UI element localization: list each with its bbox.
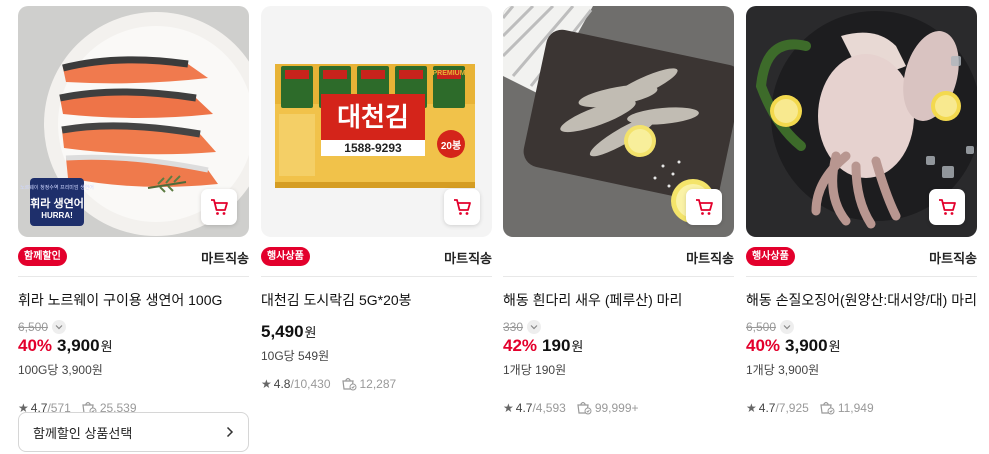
original-price-row: 330 [503, 320, 734, 334]
price-info-toggle[interactable] [527, 320, 542, 334]
cart-icon [939, 199, 956, 215]
product-meta: 행사상품 마트직송 [746, 239, 977, 277]
product-title[interactable]: 해동 손질오징어(원양산:대서양/대) 마리 [746, 290, 977, 310]
salmon-brand-name: 휘라 생연어 [30, 198, 84, 210]
sale-price: 190 [542, 336, 571, 355]
purchase-stat: 99,999+ [576, 401, 639, 415]
product-meta: 함께할인 마트직송 [18, 239, 249, 277]
bundle-select-label: 함께할인 상품선택 [33, 425, 133, 441]
product-meta: 행사상품 마트직송 [261, 239, 492, 277]
currency-unit: 원 [828, 339, 841, 354]
seaweed-brand-label: 대천김 [337, 102, 409, 132]
seaweed-premium: PREMIUM [432, 70, 466, 77]
review-count[interactable]: 7,925 [779, 401, 809, 415]
product-grid: 노르웨이 청정수역 프리미엄 생연어 휘라 생연어 HURRA! 함께할인 마트… [0, 0, 989, 454]
purchase-stat: 12,287 [341, 377, 397, 391]
promo-badge: 함께할인 [18, 247, 67, 266]
price-row: 40% 3,900 원 [18, 336, 249, 356]
purchase-stat: 11,949 [819, 401, 874, 415]
shipping-type: 마트직송 [444, 251, 492, 266]
product-image-squid[interactable] [746, 6, 977, 237]
product-title[interactable]: 해동 흰다리 새우 (페루산) 마리 [503, 290, 734, 310]
unit-price: 1개당 190원 [503, 363, 567, 377]
price-info-toggle[interactable] [52, 320, 67, 334]
rating-value: 4.8 [273, 377, 291, 391]
purchase-count: 99,999+ [594, 401, 639, 415]
sale-price: 3,900 [57, 336, 100, 355]
discount-rate: 42% [503, 336, 538, 355]
sale-price: 5,490 [261, 322, 304, 341]
currency-unit: 원 [100, 339, 113, 354]
unit-price: 10G당 549원 [261, 349, 330, 363]
product-image-seaweed[interactable]: 대천김 1588-9293 20봉 PREMIUM [261, 6, 492, 237]
shipping-type: 마트직송 [201, 251, 249, 266]
salmon-brand-label: 휘라 생연어 HURRA! [30, 198, 84, 222]
star-icon: ★ [261, 377, 272, 391]
unit-price: 100G당 3,900원 [18, 363, 103, 377]
star-icon: ★ [503, 401, 514, 415]
shopping-bag-icon [341, 377, 356, 391]
currency-unit: 원 [304, 325, 317, 340]
product-card-seaweed[interactable]: 대천김 1588-9293 20봉 PREMIUM 행사상품 마트직송 대천김 … [261, 6, 492, 391]
add-to-cart-button[interactable] [201, 189, 237, 225]
cart-icon [696, 199, 713, 215]
star-icon: ★ [746, 401, 757, 415]
add-to-cart-button[interactable] [929, 189, 965, 225]
price-row: 42% 190 원 [503, 336, 734, 356]
chevron-right-icon [226, 426, 234, 438]
original-price: 330 [503, 320, 524, 334]
original-price: 6,500 [18, 320, 49, 334]
shopping-bag-icon [820, 401, 835, 415]
cart-icon [454, 199, 471, 215]
product-card-shrimp[interactable]: 마트직송 해동 흰다리 새우 (페루산) 마리 330 42% 190 원 1개… [503, 6, 734, 415]
product-card-squid[interactable]: 행사상품 마트직송 해동 손질오징어(원양산:대서양/대) 마리 6,500 4… [746, 6, 977, 415]
discount-rate: 40% [746, 336, 781, 355]
chevron-down-icon [530, 325, 538, 330]
purchase-count: 12,287 [359, 377, 397, 391]
chevron-down-icon [783, 325, 791, 330]
shipping-type: 마트직송 [929, 251, 977, 266]
product-stats: ★ 4.7 / 7,925 11,949 [746, 401, 977, 415]
product-title[interactable]: 휘라 노르웨이 구이용 생연어 100G [18, 290, 249, 310]
sale-price: 3,900 [785, 336, 828, 355]
product-meta: 마트직송 [503, 239, 734, 277]
price-row: 5,490 원 [261, 322, 492, 342]
review-count[interactable]: 10,430 [294, 377, 331, 391]
cart-icon [211, 199, 228, 215]
seaweed-phone: 1588-9293 [344, 141, 402, 155]
salmon-brand-sub: HURRA! [41, 211, 73, 220]
product-image-shrimp[interactable] [503, 6, 734, 237]
product-image-salmon[interactable]: 노르웨이 청정수역 프리미엄 생연어 휘라 생연어 HURRA! [18, 6, 249, 237]
promo-badge: 행사상품 [746, 247, 795, 266]
price-info-toggle[interactable] [780, 320, 795, 334]
product-title[interactable]: 대천김 도시락김 5G*20봉 [261, 290, 492, 310]
price-row: 40% 3,900 원 [746, 336, 977, 356]
add-to-cart-button[interactable] [444, 189, 480, 225]
product-stats: ★ 4.7 / 4,593 99,999+ [503, 401, 734, 415]
product-card-salmon[interactable]: 노르웨이 청정수역 프리미엄 생연어 휘라 생연어 HURRA! 함께할인 마트… [18, 6, 249, 452]
rating-value: 4.7 [758, 401, 776, 415]
svg-text:노르웨이 청정수역 프리미엄 생연어: 노르웨이 청정수역 프리미엄 생연어 [20, 184, 94, 191]
original-price: 6,500 [746, 320, 777, 334]
chevron-down-icon [55, 325, 63, 330]
original-price-row: 6,500 [746, 320, 977, 334]
promo-badge: 행사상품 [261, 247, 310, 266]
rating-value: 4.7 [515, 401, 533, 415]
bundle-select-button[interactable]: 함께할인 상품선택 [18, 412, 249, 452]
shipping-type: 마트직송 [686, 251, 734, 266]
unit-price: 1개당 3,900원 [746, 363, 820, 377]
add-to-cart-button[interactable] [686, 189, 722, 225]
original-price-row: 6,500 [18, 320, 249, 334]
discount-rate: 40% [18, 336, 53, 355]
seaweed-count: 20봉 [440, 141, 462, 152]
product-stats: ★ 4.8 / 10,430 12,287 [261, 377, 492, 391]
shopping-bag-icon [577, 401, 592, 415]
purchase-count: 11,949 [837, 401, 874, 415]
currency-unit: 원 [571, 339, 584, 354]
review-count[interactable]: 4,593 [536, 401, 566, 415]
